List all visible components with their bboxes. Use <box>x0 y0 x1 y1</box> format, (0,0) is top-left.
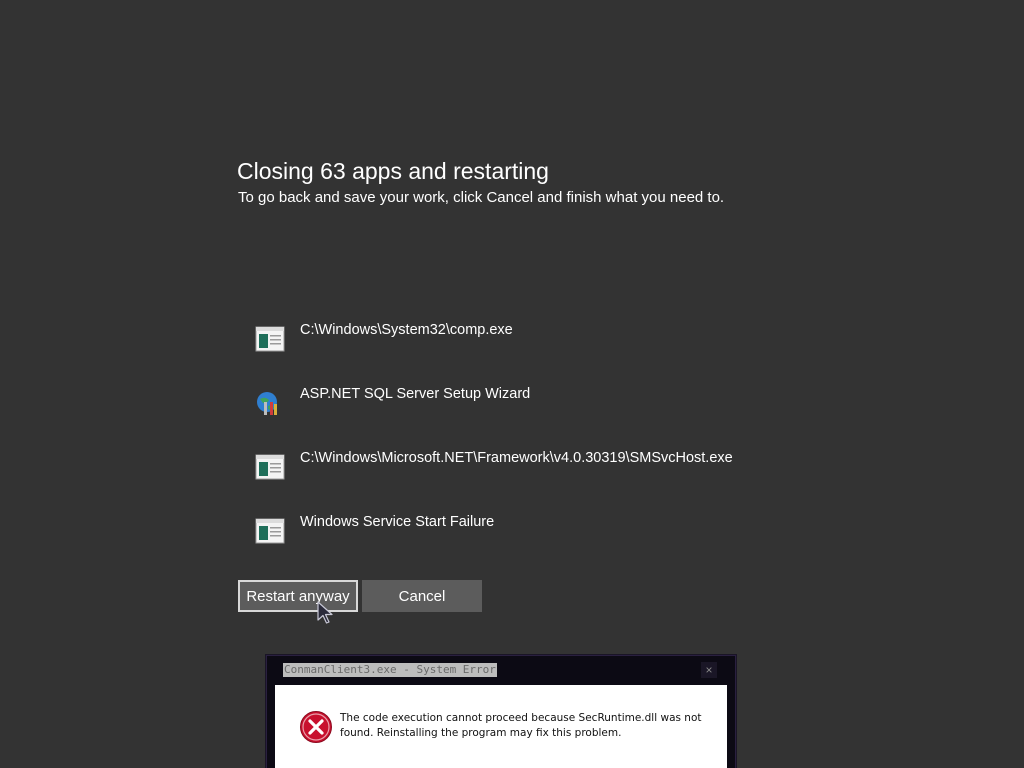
mouse-cursor-icon <box>317 601 333 624</box>
error-message: The code execution cannot proceed becaus… <box>340 712 702 739</box>
list-item: C:\Windows\System32\comp.exe <box>255 318 815 382</box>
app-window-icon <box>255 454 285 480</box>
app-label: C:\Windows\System32\comp.exe <box>300 322 513 338</box>
error-icon <box>300 711 332 743</box>
app-label: Windows Service Start Failure <box>300 514 495 530</box>
list-item: C:\Windows\Microsoft.NET\Framework\v4.0.… <box>255 446 815 510</box>
app-label: C:\Windows\Microsoft.NET\Framework\v4.0.… <box>300 450 733 466</box>
restart-anyway-button[interactable]: Restart anyway <box>238 580 358 612</box>
system-error-dialog: ConmanClient3.exe - System Error × The c… <box>266 655 736 768</box>
error-titlebar[interactable]: ConmanClient3.exe - System Error × <box>267 656 735 684</box>
error-dialog-title: ConmanClient3.exe - System Error <box>283 663 497 677</box>
app-list: C:\Windows\System32\comp.exe ASP.NET SQL… <box>255 318 815 574</box>
list-item: ASP.NET SQL Server Setup Wizard <box>255 382 815 446</box>
error-body: The code execution cannot proceed becaus… <box>275 685 727 768</box>
page-subtitle: To go back and save your work, click Can… <box>238 189 725 206</box>
page-title: Closing 63 apps and restarting <box>237 158 549 184</box>
restart-screen: Closing 63 apps and restarting To go bac… <box>0 0 1024 768</box>
setup-wizard-icon <box>257 392 277 415</box>
app-label: ASP.NET SQL Server Setup Wizard <box>300 386 531 402</box>
cancel-button[interactable]: Cancel <box>362 580 482 612</box>
app-window-icon <box>255 326 285 352</box>
list-item: Windows Service Start Failure <box>255 510 815 574</box>
app-window-icon <box>255 518 285 544</box>
close-icon[interactable]: × <box>701 662 717 678</box>
